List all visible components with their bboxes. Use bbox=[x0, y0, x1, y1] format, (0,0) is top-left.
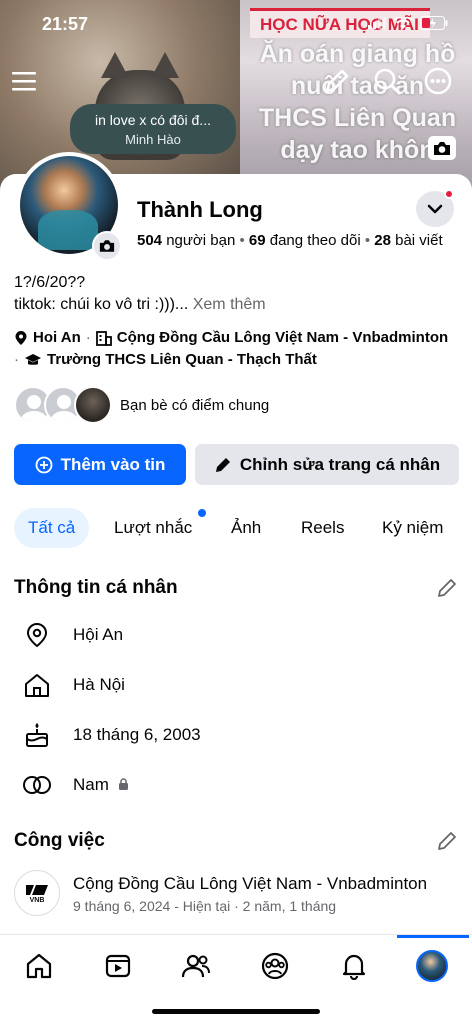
following-label[interactable]: đang theo dõi bbox=[270, 232, 361, 249]
nav-profile-avatar[interactable] bbox=[412, 949, 452, 983]
tab-all[interactable]: Tất cả bbox=[14, 508, 90, 548]
nav-notifications-icon[interactable] bbox=[334, 949, 374, 983]
battery-icon bbox=[420, 16, 448, 30]
add-to-story-label: Thêm vào tin bbox=[60, 454, 166, 474]
mutual-friends[interactable]: Bạn bè có điểm chung bbox=[14, 386, 269, 424]
intro-line-2: · Trường THCS Liên Quan - Thạch Thất bbox=[14, 351, 317, 368]
music-note-bubble[interactable]: in love x có đôi đ... Minh Hào bbox=[70, 104, 236, 154]
gender-text: Nam bbox=[73, 775, 129, 795]
work-detail: 9 tháng 6, 2024 - Hiện tại · 2 năm, 1 th… bbox=[73, 898, 337, 914]
work-company[interactable]: Cộng Đồng Cầu Lông Việt Nam - Vnbadminto… bbox=[73, 874, 427, 894]
info-gender[interactable]: Nam bbox=[22, 770, 128, 800]
birthday-cake-icon bbox=[22, 720, 52, 750]
tab-reels[interactable]: Reels bbox=[301, 508, 344, 548]
home-icon bbox=[22, 670, 52, 700]
building-icon bbox=[95, 330, 112, 346]
chevron-down-icon bbox=[427, 204, 443, 214]
mutual-avatar-3 bbox=[74, 386, 112, 424]
edit-personal-info-icon[interactable] bbox=[436, 577, 458, 599]
add-to-story-button[interactable]: Thêm vào tin bbox=[14, 444, 186, 485]
intro-work-page[interactable]: Cộng Đồng Cầu Lông Việt Nam - Vnbadminto… bbox=[117, 329, 448, 346]
cover-camera-icon[interactable] bbox=[428, 136, 456, 160]
mutual-friends-label: Bạn bè có điểm chung bbox=[120, 396, 270, 414]
intro-line-1: Hoi An · Cộng Đồng Cầu Lông Việt Nam - V… bbox=[14, 329, 448, 346]
location-pin-icon bbox=[22, 620, 52, 650]
status-time: 21:57 bbox=[42, 14, 89, 34]
profile-tabs: Tất cả Lượt nhắc Ảnh Reels Kỷ niệm bbox=[0, 508, 472, 548]
note-title: in love x có đôi đ... bbox=[95, 112, 211, 128]
posts-count: 28 bbox=[374, 232, 391, 249]
current-city-text: Hội An bbox=[73, 625, 124, 644]
intro-school[interactable]: Trường THCS Liên Quan - Thạch Thất bbox=[47, 351, 317, 368]
tab-mentions[interactable]: Lượt nhắc bbox=[114, 508, 192, 548]
nav-friends-icon[interactable] bbox=[176, 949, 216, 983]
hometown-text: Hà Nội bbox=[73, 675, 125, 694]
edit-icon[interactable] bbox=[322, 66, 354, 98]
profile-name: Thành Long bbox=[137, 197, 263, 222]
edit-profile-button[interactable]: Chỉnh sửa trang cá nhân bbox=[195, 444, 459, 485]
nav-home-icon[interactable] bbox=[19, 949, 59, 983]
active-tab-indicator bbox=[397, 935, 469, 938]
location-pin-icon bbox=[15, 330, 27, 345]
work-section-title: Công việc bbox=[14, 830, 105, 851]
status-bar: 21:57 bbox=[0, 14, 472, 38]
info-birthday[interactable]: 18 tháng 6, 2003 bbox=[22, 720, 201, 750]
birthday-text: 18 tháng 6, 2003 bbox=[73, 725, 201, 744]
lock-icon bbox=[118, 778, 128, 790]
see-more-link[interactable]: Xem thêm bbox=[193, 296, 266, 313]
home-indicator bbox=[152, 1009, 320, 1014]
nav-video-icon[interactable] bbox=[98, 949, 138, 983]
bio-line-2: tiktok: chúi ko vô tri :)))... bbox=[14, 296, 189, 313]
avatar-camera-icon[interactable] bbox=[92, 231, 122, 261]
edit-work-icon[interactable] bbox=[436, 830, 458, 852]
search-icon[interactable] bbox=[372, 66, 404, 98]
bio-line-1: 1?/6/20?? bbox=[14, 274, 86, 291]
following-count[interactable]: 69 bbox=[249, 232, 266, 249]
menu-icon[interactable] bbox=[10, 66, 42, 98]
wifi-icon bbox=[394, 16, 412, 29]
tab-photos[interactable]: Ảnh bbox=[231, 508, 261, 548]
more-options-icon[interactable] bbox=[423, 66, 455, 98]
pencil-icon bbox=[215, 457, 230, 472]
info-current-city[interactable]: Hội An bbox=[22, 620, 123, 650]
posts-label: bài viết bbox=[395, 232, 443, 249]
my-avatar-image bbox=[416, 950, 448, 982]
gender-icon bbox=[22, 770, 52, 800]
nav-groups-icon[interactable] bbox=[255, 949, 295, 983]
work-logo-text: VNB bbox=[29, 896, 45, 904]
signal-icon bbox=[368, 17, 386, 29]
vnb-logo-icon bbox=[26, 884, 48, 895]
plus-circle-icon bbox=[35, 456, 52, 473]
edit-profile-label: Chỉnh sửa trang cá nhân bbox=[239, 454, 441, 474]
status-icons bbox=[368, 16, 448, 30]
mentions-new-dot bbox=[198, 509, 206, 517]
graduation-cap-icon bbox=[25, 353, 41, 365]
profile-stats: 504 người bạn • 69 đang theo dõi • 28 bà… bbox=[137, 232, 443, 249]
friends-label[interactable]: người bạn bbox=[166, 232, 235, 249]
intro-location[interactable]: Hoi An bbox=[33, 329, 81, 346]
profile-bio: 1?/6/20?? tiktok: chúi ko vô tri :)))...… bbox=[14, 272, 266, 316]
tab-memories[interactable]: Kỷ niệm bbox=[382, 508, 443, 548]
personal-info-title: Thông tin cá nhân bbox=[14, 577, 178, 598]
note-artist: Minh Hào bbox=[125, 132, 181, 147]
notification-dot bbox=[444, 189, 454, 199]
work-page-logo[interactable]: VNB bbox=[14, 870, 60, 916]
info-hometown[interactable]: Hà Nội bbox=[22, 670, 125, 700]
friends-count[interactable]: 504 bbox=[137, 232, 162, 249]
